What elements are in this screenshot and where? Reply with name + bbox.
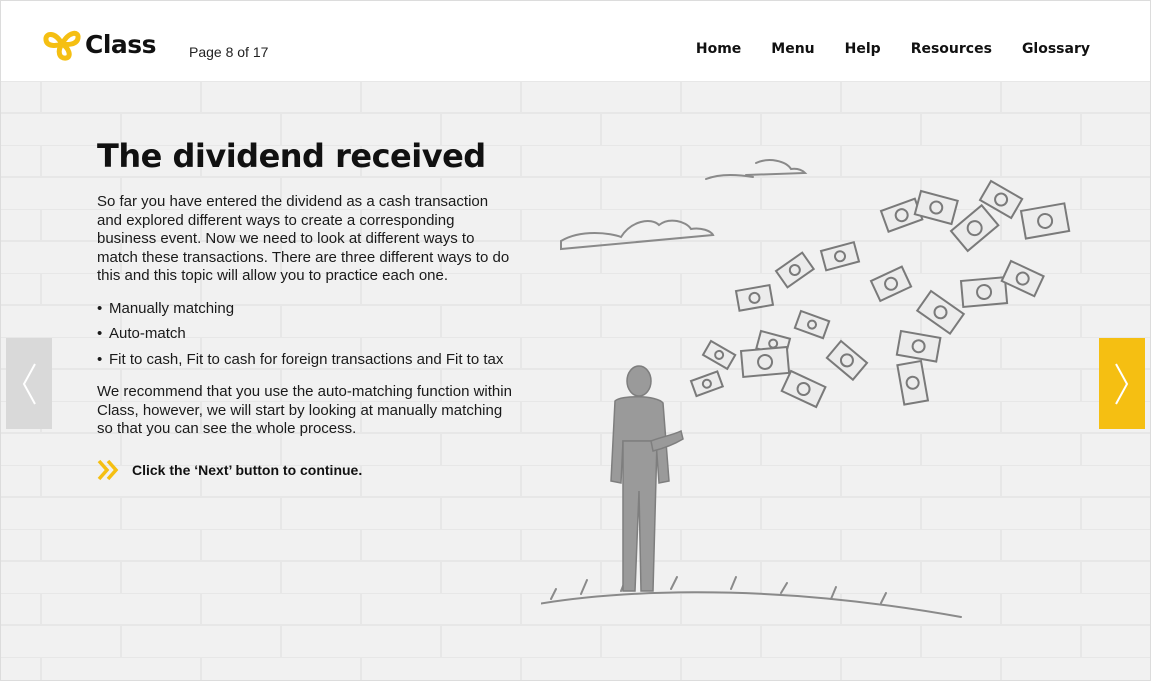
intro-paragraph: So far you have entered the dividend as … xyxy=(97,193,510,284)
app-frame: Class Page 8 of 17 Home Menu Help Resour… xyxy=(0,0,1151,681)
page-indicator: Page 8 of 17 xyxy=(189,44,269,60)
nav-home[interactable]: Home xyxy=(696,41,741,57)
nav-help[interactable]: Help xyxy=(845,41,881,57)
nav-menu[interactable]: Menu xyxy=(771,41,814,57)
next-instruction-text: Click the ‘Next’ button to continue. xyxy=(132,461,363,478)
list-item: Fit to cash, Fit to cash for foreign tra… xyxy=(97,351,512,370)
chevron-left-icon xyxy=(22,363,36,404)
class-logo-icon xyxy=(43,30,81,61)
nav-glossary[interactable]: Glossary xyxy=(1022,41,1090,57)
nav-resources[interactable]: Resources xyxy=(911,41,992,57)
list-item: Auto-match xyxy=(97,325,512,344)
header: Class Page 8 of 17 Home Menu Help Resour… xyxy=(1,1,1150,81)
next-page-button[interactable] xyxy=(1099,338,1145,429)
double-chevron-right-icon xyxy=(97,459,119,480)
logo[interactable]: Class xyxy=(41,27,157,61)
top-nav: Home Menu Help Resources Glossary xyxy=(696,41,1090,57)
matching-methods-list: Manually matching Auto-match Fit to cash… xyxy=(97,300,512,370)
chevron-right-icon xyxy=(1115,363,1129,404)
man-with-flying-money-illustration xyxy=(541,159,1071,618)
next-instruction: Click the ‘Next’ button to continue. xyxy=(97,459,512,481)
lesson-content: The dividend received So far you have en… xyxy=(97,137,512,481)
list-item: Manually matching xyxy=(97,300,512,319)
logo-text: Class xyxy=(85,29,157,59)
page-title: The dividend received xyxy=(97,137,486,175)
previous-page-button[interactable] xyxy=(6,338,52,429)
recommendation-paragraph: We recommend that you use the auto-match… xyxy=(97,383,512,437)
